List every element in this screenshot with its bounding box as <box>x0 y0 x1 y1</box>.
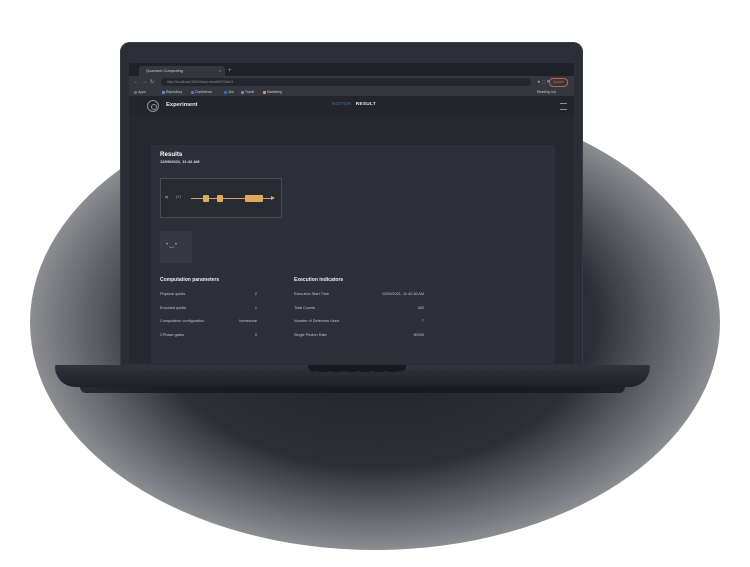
tab-editor[interactable]: EDITOR <box>332 102 351 107</box>
circuit-gate <box>245 195 263 202</box>
bookmark-marketing[interactable]: Marketing <box>263 88 282 96</box>
computation-label: Physical qubits <box>160 292 186 296</box>
browser-tab-title: Quantum Computing <box>146 68 183 73</box>
new-tab-icon[interactable]: + <box>228 66 232 76</box>
url-input[interactable]: http://localhost:3000/hazy-result/ZY0abc… <box>161 78 531 86</box>
reading-list[interactable]: Reading List <box>537 88 556 96</box>
qubit-thumbnail[interactable]: •‿• <box>160 231 192 263</box>
bookmark-repository[interactable]: Repository <box>162 88 182 96</box>
page-title: Experiment <box>166 102 198 108</box>
arrow-icon <box>271 196 275 200</box>
execution-title: Execution indicators <box>294 277 344 283</box>
bookmark-confluence[interactable]: Confluence <box>191 88 212 96</box>
bookmark-apps[interactable]: Apps <box>134 88 146 96</box>
folder-icon <box>241 90 244 94</box>
results-date: 12/09/2021, 11:42 AM <box>160 159 200 164</box>
circuit-gate <box>217 195 223 202</box>
circuit-label-left: a| <box>165 194 169 199</box>
execution-value: 12/09/2021, 11:42:36 AM <box>381 292 424 296</box>
circuit-gate <box>203 195 209 202</box>
browser-tab[interactable]: Quantum Computing × <box>139 66 225 76</box>
computation-value: 1 <box>254 306 257 310</box>
folder-icon <box>162 90 165 94</box>
laptop-screen: Quantum Computing × + ← → ↻ http://local… <box>129 63 574 363</box>
avatar[interactable] <box>147 100 159 112</box>
computation-label: CPhase gates <box>160 333 184 337</box>
computation-value: homeshoe <box>239 319 257 323</box>
bookmark-travel[interactable]: Travel <box>241 88 254 96</box>
execution-value: 50000 <box>413 333 424 337</box>
circuit-label-state: |+⟩ <box>176 194 181 199</box>
address-bar-row: ← → ↻ http://localhost:3000/hazy-result/… <box>129 76 574 88</box>
tab-result[interactable]: RESULT <box>356 102 376 107</box>
computation-value: 2 <box>254 292 257 296</box>
execution-value: 7 <box>421 319 424 323</box>
folder-icon <box>263 90 266 94</box>
computation-value: 0 <box>254 333 257 337</box>
computation-label: Encoded qubits <box>160 306 187 310</box>
results-title: Results <box>160 151 183 158</box>
computation-title: Computation parameters <box>160 277 220 283</box>
computation-label: Computation configuration <box>160 319 205 323</box>
back-icon[interactable]: ← <box>134 78 139 86</box>
keyboard-edge <box>145 371 565 374</box>
laptop-foot <box>80 387 625 393</box>
menu-icon[interactable] <box>560 103 567 110</box>
reload-icon[interactable]: ↻ <box>150 78 154 86</box>
confluence-icon <box>191 90 194 94</box>
qubit-graph-icon: •‿• <box>166 242 179 248</box>
execution-value: 400 <box>417 306 424 310</box>
apps-icon <box>134 90 137 94</box>
bookmark-jira[interactable]: Jira <box>224 88 233 96</box>
circuit-diagram: a| |+⟩ <box>160 178 282 218</box>
execution-label: Execution Start Time <box>294 292 330 296</box>
forward-icon[interactable]: → <box>142 78 147 86</box>
close-icon[interactable]: × <box>219 66 221 76</box>
execution-label: Number of Detectors Used <box>294 319 339 323</box>
jira-icon <box>224 90 227 94</box>
view-tabs: EDITOR RESULT <box>332 102 376 107</box>
browser-tabstrip: Quantum Computing × + <box>129 63 574 76</box>
execution-label: Single Photon Rate <box>294 333 327 337</box>
app-header: Experiment EDITOR RESULT <box>129 96 574 115</box>
execution-label: Total Counts <box>294 306 316 310</box>
update-button[interactable]: Update <box>548 78 568 87</box>
